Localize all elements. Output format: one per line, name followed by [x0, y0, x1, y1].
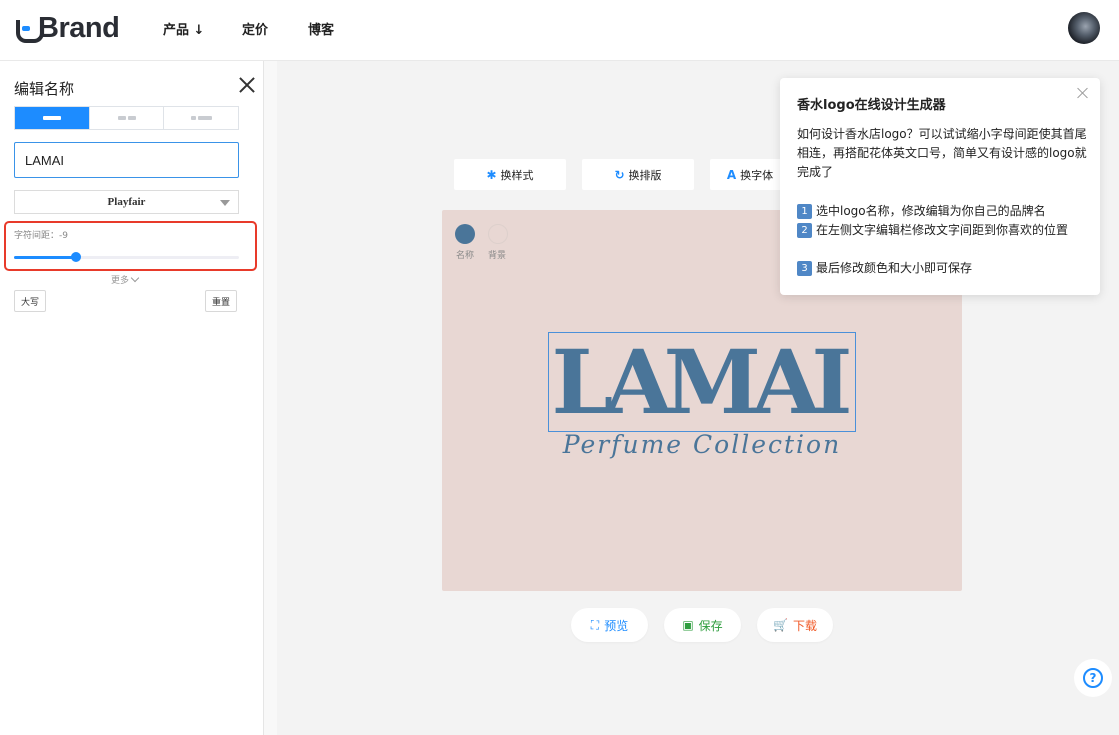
letter-spacing-label: 字符间距：-9 [14, 231, 68, 241]
tip-intro: 如何设计香水店logo？可以试试缩小字母间距使其首尾相连，再搭配花体英文口号，简… [797, 127, 1087, 179]
background-color-swatch[interactable] [488, 224, 508, 244]
brand-u-icon [15, 17, 44, 43]
name-swatch-label: 名称 [456, 251, 475, 261]
letter-spacing-slider[interactable] [14, 256, 239, 259]
slider-handle[interactable] [71, 252, 81, 262]
download-button[interactable]: 🛒 下载 [757, 608, 833, 642]
more-options-link[interactable]: 更多 [111, 273, 140, 286]
step-text: 最后修改颜色和大小即可保存 [816, 261, 973, 275]
download-label: 下载 [792, 618, 817, 633]
slider-fill [14, 256, 75, 259]
background-swatch-label: 背景 [488, 251, 507, 261]
name-color-swatch[interactable] [455, 224, 475, 244]
ubrand-logo[interactable]: Brand [15, 11, 120, 45]
nav-blog[interactable]: 博客 [308, 19, 334, 38]
single-bar-icon [42, 116, 61, 120]
change-font-label: 换字体 [740, 168, 774, 182]
change-font-button[interactable]: A 换字体 [710, 159, 790, 190]
double-bar-icon [127, 116, 136, 120]
tip-step: 2 在左侧文字编辑栏修改文字间距到你喜欢的位置 [797, 221, 1087, 240]
uppercase-button[interactable]: 大写 [14, 290, 47, 312]
change-style-button[interactable]: ✱ 换样式 [454, 159, 566, 190]
font-select[interactable]: Playfair [14, 190, 239, 214]
preview-button[interactable]: ⛶ 预览 [571, 608, 648, 642]
font-select-value: Playfair [107, 196, 146, 208]
nav-products[interactable]: 产品 ↓ [163, 19, 204, 38]
user-avatar[interactable] [1068, 12, 1100, 44]
more-label: 更多 [111, 276, 130, 286]
logo-name-input[interactable] [14, 142, 239, 178]
layout-style-tabs [14, 106, 239, 130]
expand-icon: ⛶ [590, 617, 600, 632]
step-number-badge: 3 [797, 261, 812, 276]
change-layout-button[interactable]: ↻ 换排版 [582, 159, 694, 190]
triple-bar-icon [190, 116, 196, 120]
tip-title: 香水logo在线设计生成器 [797, 98, 946, 113]
chevron-down-icon [130, 273, 140, 283]
question-icon: ? [1083, 668, 1103, 688]
logo-slogan-text[interactable]: Perfume Collection [442, 430, 962, 459]
font-a-icon: A [726, 167, 737, 182]
change-layout-label: 换排版 [628, 168, 662, 182]
edit-name-panel: 编辑名称 Playfair 字符间距：-9 更多 大写 重置 [0, 61, 264, 735]
save-icon: ▣ [682, 618, 694, 632]
double-bar-icon [117, 116, 126, 120]
tip-popup: 香水logo在线设计生成器 如何设计香水店logo？可以试试缩小字母间距使其首尾… [780, 78, 1100, 295]
tab-style-triple[interactable] [164, 107, 238, 129]
step-text: 选中logo名称，修改编辑为你自己的品牌名 [816, 204, 1046, 218]
help-button[interactable]: ? [1074, 659, 1112, 697]
cart-icon: 🛒 [773, 618, 788, 632]
close-panel-icon[interactable] [237, 75, 257, 95]
panel-divider [264, 61, 277, 735]
sparkle-icon: ✱ [486, 167, 497, 182]
nav-pricing[interactable]: 定价 [242, 19, 268, 38]
tip-close-icon[interactable] [1076, 86, 1090, 100]
brand-name: Brand [38, 11, 120, 44]
logo-name-text: LAMAI [551, 330, 852, 434]
tip-step: 3 最后修改颜色和大小即可保存 [797, 259, 1087, 278]
save-label: 保存 [698, 618, 723, 633]
tab-style-single[interactable] [15, 107, 90, 129]
caret-down-icon [220, 200, 230, 206]
save-button[interactable]: ▣ 保存 [664, 608, 741, 642]
refresh-icon: ↻ [614, 167, 625, 182]
logo-name-selection[interactable]: LAMAI [548, 332, 856, 432]
top-navigation: Brand 产品 ↓ 定价 博客 [0, 0, 1119, 61]
preview-label: 预览 [604, 618, 629, 633]
panel-title: 编辑名称 [14, 80, 75, 98]
reset-button[interactable]: 重置 [205, 290, 238, 312]
change-style-label: 换样式 [500, 168, 534, 182]
step-text: 在左侧文字编辑栏修改文字间距到你喜欢的位置 [816, 223, 1069, 237]
step-number-badge: 1 [797, 204, 812, 219]
triple-bar-icon [197, 116, 212, 120]
tip-step: 1 选中logo名称，修改编辑为你自己的品牌名 [797, 202, 1087, 221]
tab-style-double[interactable] [90, 107, 165, 129]
step-number-badge: 2 [797, 223, 812, 238]
